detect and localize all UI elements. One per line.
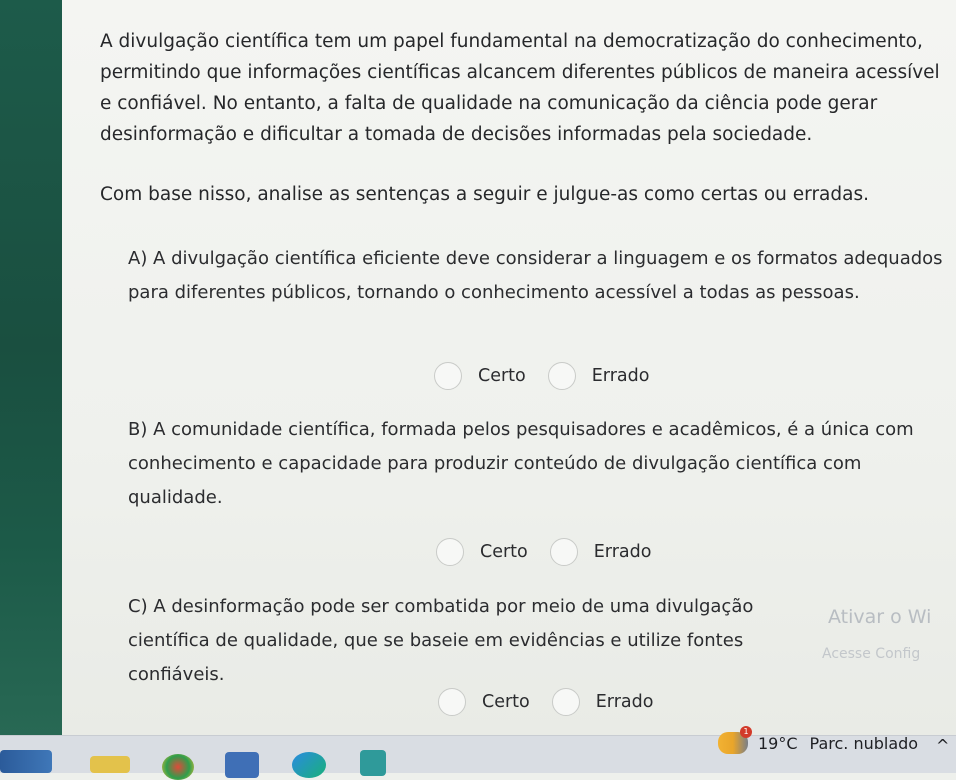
edge-icon[interactable] <box>292 752 326 778</box>
app-icon[interactable] <box>360 750 386 776</box>
radio-c-certo[interactable] <box>438 688 466 716</box>
question-b-text: B) A comunidade científica, formada pelo… <box>128 419 914 508</box>
chrome-icon[interactable] <box>162 754 194 780</box>
instruction-text: Com base nisso, analise as sentenças a s… <box>100 184 869 205</box>
option-label: Errado <box>591 366 650 386</box>
radio-b-certo[interactable] <box>436 538 464 566</box>
option-label: Certo <box>478 366 526 386</box>
start-icon[interactable] <box>0 750 52 773</box>
question-a: A) A divulgação científica eficiente dev… <box>128 242 948 310</box>
activation-watermark-title: Ativar o Wi <box>828 606 932 628</box>
intro-paragraph: A divulgação científica tem um papel fun… <box>100 31 940 145</box>
option-b-certo[interactable]: Certo <box>436 538 528 566</box>
folder-icon[interactable] <box>90 756 130 773</box>
option-label: Errado <box>595 692 654 712</box>
weather-widget[interactable]: 1 19°C Parc. nublado <box>718 726 919 754</box>
radio-c-errado[interactable] <box>551 688 580 716</box>
option-label: Certo <box>480 542 528 562</box>
notification-badge: 1 <box>740 726 752 738</box>
weather-temperature: 19°C <box>758 733 798 753</box>
question-b: B) A comunidade científica, formada pelo… <box>128 413 948 515</box>
option-label: Certo <box>482 692 530 712</box>
question-a-text: A) A divulgação científica eficiente dev… <box>128 248 943 303</box>
question-c: C) A desinformação pode ser combatida po… <box>128 590 828 692</box>
radio-a-errado[interactable] <box>547 362 576 390</box>
question-c-options: Certo Errado <box>438 688 669 716</box>
option-c-errado[interactable]: Errado <box>551 688 654 716</box>
radio-b-errado[interactable] <box>549 538 578 566</box>
question-a-options: Certo Errado <box>434 362 665 390</box>
option-a-errado[interactable]: Errado <box>547 362 650 390</box>
question-b-options: Certo Errado <box>436 538 667 566</box>
option-b-errado[interactable]: Errado <box>549 538 652 566</box>
teams-icon[interactable] <box>225 752 259 778</box>
option-a-certo[interactable]: Certo <box>434 362 526 390</box>
weather-condition: Parc. nublado <box>809 733 919 753</box>
option-c-certo[interactable]: Certo <box>438 688 530 716</box>
option-label: Errado <box>593 542 652 562</box>
partly-cloudy-icon: 1 <box>718 726 752 754</box>
left-background-strip <box>0 0 62 772</box>
radio-a-certo[interactable] <box>434 362 462 390</box>
activation-watermark-subtitle: Acesse Config <box>822 646 921 662</box>
show-hidden-icons-chevron-icon[interactable]: ^ <box>936 736 949 755</box>
question-c-text: C) A desinformação pode ser combatida po… <box>128 596 754 685</box>
